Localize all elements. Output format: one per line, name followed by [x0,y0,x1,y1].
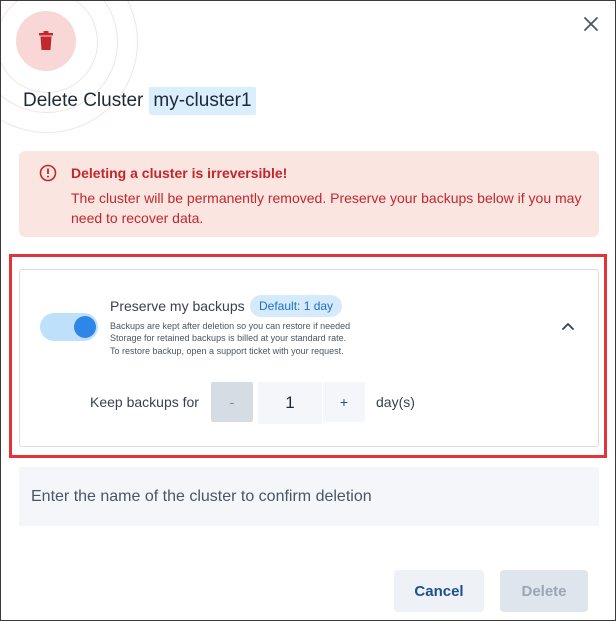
preserve-backups-label: Preserve my backups [110,298,245,314]
keep-backups-label: Keep backups for [90,394,199,410]
toggle-knob [74,316,96,338]
increment-button[interactable]: + [323,382,365,422]
irreversible-warning-alert: Deleting a cluster is irreversible! The … [19,151,599,237]
dialog-title: Delete Cluster my-cluster1 [23,87,256,115]
decrement-button[interactable]: - [211,382,253,422]
alert-circle-icon [39,164,57,182]
default-retention-badge: Default: 1 day [250,295,343,317]
delete-cluster-dialog: Delete Cluster my-cluster1 Deleting a cl… [0,0,616,621]
backup-note-line: Backups are kept after deletion so you c… [110,321,351,331]
retention-days-input[interactable] [258,382,322,424]
backup-note-line: Storage for retained backups is billed a… [110,333,347,343]
cluster-name-highlight: my-cluster1 [149,87,256,115]
trash-icon-badge [16,11,76,71]
close-button[interactable] [578,11,604,37]
backup-options-card: Preserve my backups Default: 1 day Backu… [19,269,599,447]
alert-body: The cluster will be permanently removed.… [71,190,582,226]
delete-button[interactable]: Delete [500,570,588,612]
collapse-button[interactable] [558,316,578,336]
chevron-up-icon [562,323,574,330]
backup-note-line: To restore backup, open a support ticket… [110,346,344,356]
dialog-title-text: Delete Cluster [23,90,144,111]
alert-title: Deleting a cluster is irreversible! [71,165,288,181]
cancel-button[interactable]: Cancel [394,570,484,612]
confirm-cluster-name-input[interactable] [19,467,599,526]
retention-unit-label: day(s) [376,394,415,410]
close-icon [584,17,598,31]
trash-icon [39,31,53,50]
preserve-backups-toggle[interactable] [40,313,98,341]
